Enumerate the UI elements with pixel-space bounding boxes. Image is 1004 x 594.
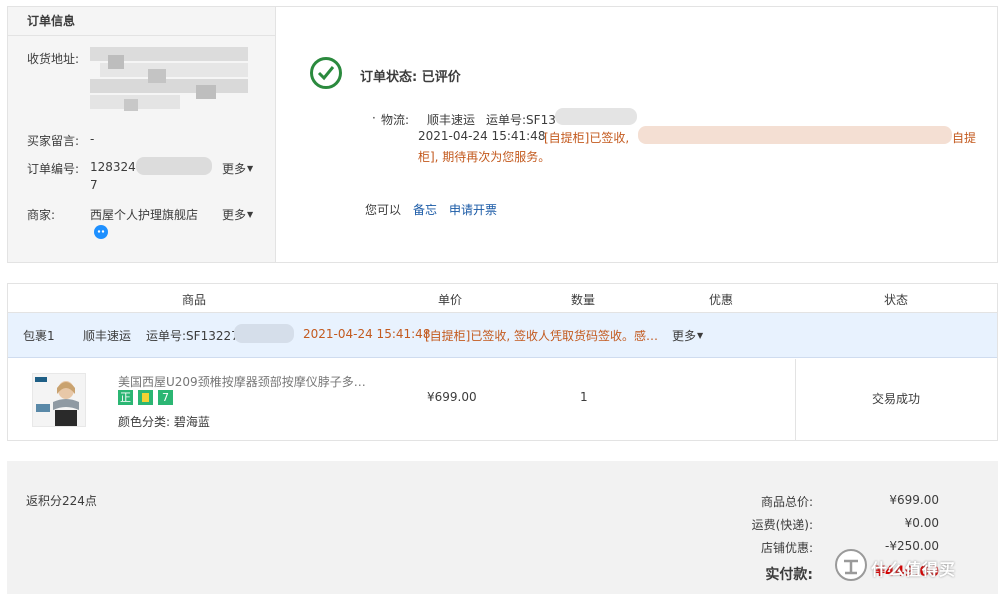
logistics-event: [自提柜]已签收,: [544, 131, 630, 145]
order-number-redacted: [136, 157, 212, 175]
table-header: 商品 单价 数量 优惠 状态: [8, 284, 997, 313]
package-name: 包裹1: [23, 329, 55, 343]
order-number-more-toggle[interactable]: 更多▼: [222, 160, 253, 177]
memo-link[interactable]: 备忘: [413, 201, 437, 218]
logistics-event-line2: 柜], 期待再次为您服务。: [418, 150, 551, 164]
shop-discount-label: 店铺优惠:: [760, 541, 813, 555]
logistics-time: 2021-04-24 15:41:48: [418, 129, 546, 143]
table-row: 美国西屋U209颈椎按摩器颈部按摩仪脖子多… 正 7 颜色分类: 碧海蓝 ¥69…: [8, 359, 997, 440]
package-waybill-redacted: [234, 324, 294, 343]
product-quantity: 1: [580, 390, 588, 404]
address-label: 收货地址:: [27, 52, 80, 66]
actions-prefix: 您可以: [365, 203, 402, 217]
paid-total-label: 实付款:: [765, 567, 813, 583]
order-info-title: 订单信息: [8, 7, 275, 36]
package-event: [自提柜]已签收, 签收人凭取货码签收。感…: [425, 329, 658, 343]
package-time: 2021-04-24 15:41:48: [303, 327, 431, 341]
message-value: -: [90, 132, 95, 146]
reward-points: 返积分224点: [26, 494, 97, 508]
product-price: ¥699.00: [427, 390, 477, 404]
seller-more-toggle[interactable]: 更多▼: [222, 206, 253, 223]
seller-name-link[interactable]: 西屋个人护理旗舰店: [90, 206, 198, 223]
more-label: 更多: [672, 329, 697, 343]
waybill-redacted: [555, 108, 637, 125]
request-invoice-link[interactable]: 申请开票: [449, 201, 497, 218]
goods-total-value: ¥699.00: [889, 493, 939, 507]
trade-status: 交易成功: [872, 392, 921, 406]
message-label: 买家留言:: [27, 134, 80, 148]
product-thumbnail[interactable]: [32, 373, 86, 427]
logistics-waybill: 运单号:SF13: [486, 113, 556, 127]
header-quantity: 数量: [571, 293, 596, 307]
shipping-value: ¥0.00: [904, 516, 939, 530]
more-label: 更多: [222, 162, 247, 176]
seller-label: 商家:: [27, 208, 56, 222]
header-unit-price: 单价: [438, 293, 463, 307]
guarantee-badge-icon: [138, 390, 153, 405]
order-info-panel: 订单信息 收货地址: 买家留言: - 订单编号: 1283241 7 更多▼ 商…: [8, 7, 276, 262]
seven-day-return-badge: 7: [158, 390, 173, 405]
product-attribute: 颜色分类: 碧海蓝: [118, 415, 210, 429]
shipping-label: 运费(快递):: [751, 518, 813, 532]
order-number-label: 订单编号:: [27, 162, 80, 176]
caret-down-icon: ▼: [247, 210, 254, 219]
order-number-value-cont: 7: [90, 178, 98, 192]
logistics-event-tail: 自提: [952, 131, 977, 145]
smzdm-logo-icon: [834, 548, 868, 585]
package-more-toggle[interactable]: 更多▼: [672, 327, 703, 344]
more-label: 更多: [222, 208, 247, 222]
package-row: 包裹1 顺丰速运 运单号:SF13227 2021-04-24 15:41:48…: [8, 313, 997, 358]
goods-total-label: 商品总价:: [760, 495, 813, 509]
genuine-badge: 正: [118, 390, 133, 405]
order-status-text: 订单状态: 已评价: [360, 70, 461, 85]
logistics-event-redacted: [638, 126, 952, 144]
order-items-table: 商品 单价 数量 优惠 状态 包裹1 顺丰速运 运单号:SF13227 2021…: [7, 283, 998, 441]
package-company: 顺丰速运: [83, 329, 132, 343]
caret-down-icon: ▼: [697, 331, 704, 340]
order-status-panel: 订单状态: 已评价 · 物流: 顺丰速运 运单号:SF13 2021-04-24…: [276, 7, 997, 262]
header-status: 状态: [884, 293, 909, 307]
header-goods: 商品: [182, 293, 207, 307]
header-discount: 优惠: [709, 293, 734, 307]
caret-down-icon: ▼: [247, 164, 254, 173]
product-title-link[interactable]: 美国西屋U209颈椎按摩器颈部按摩仪脖子多…: [118, 373, 366, 390]
wangwang-chat-icon[interactable]: [93, 224, 109, 240]
package-waybill: 运单号:SF13227: [146, 329, 239, 343]
logistics-company: 顺丰速运: [427, 113, 476, 127]
success-check-icon: [310, 57, 342, 89]
watermark-text: 什么值得买: [871, 560, 957, 579]
order-top-panel: 订单信息 收货地址: 买家留言: - 订单编号: 1283241 7 更多▼ 商…: [7, 6, 998, 263]
logistics-bullet: ·: [372, 111, 376, 125]
logistics-label: 物流:: [381, 113, 410, 127]
